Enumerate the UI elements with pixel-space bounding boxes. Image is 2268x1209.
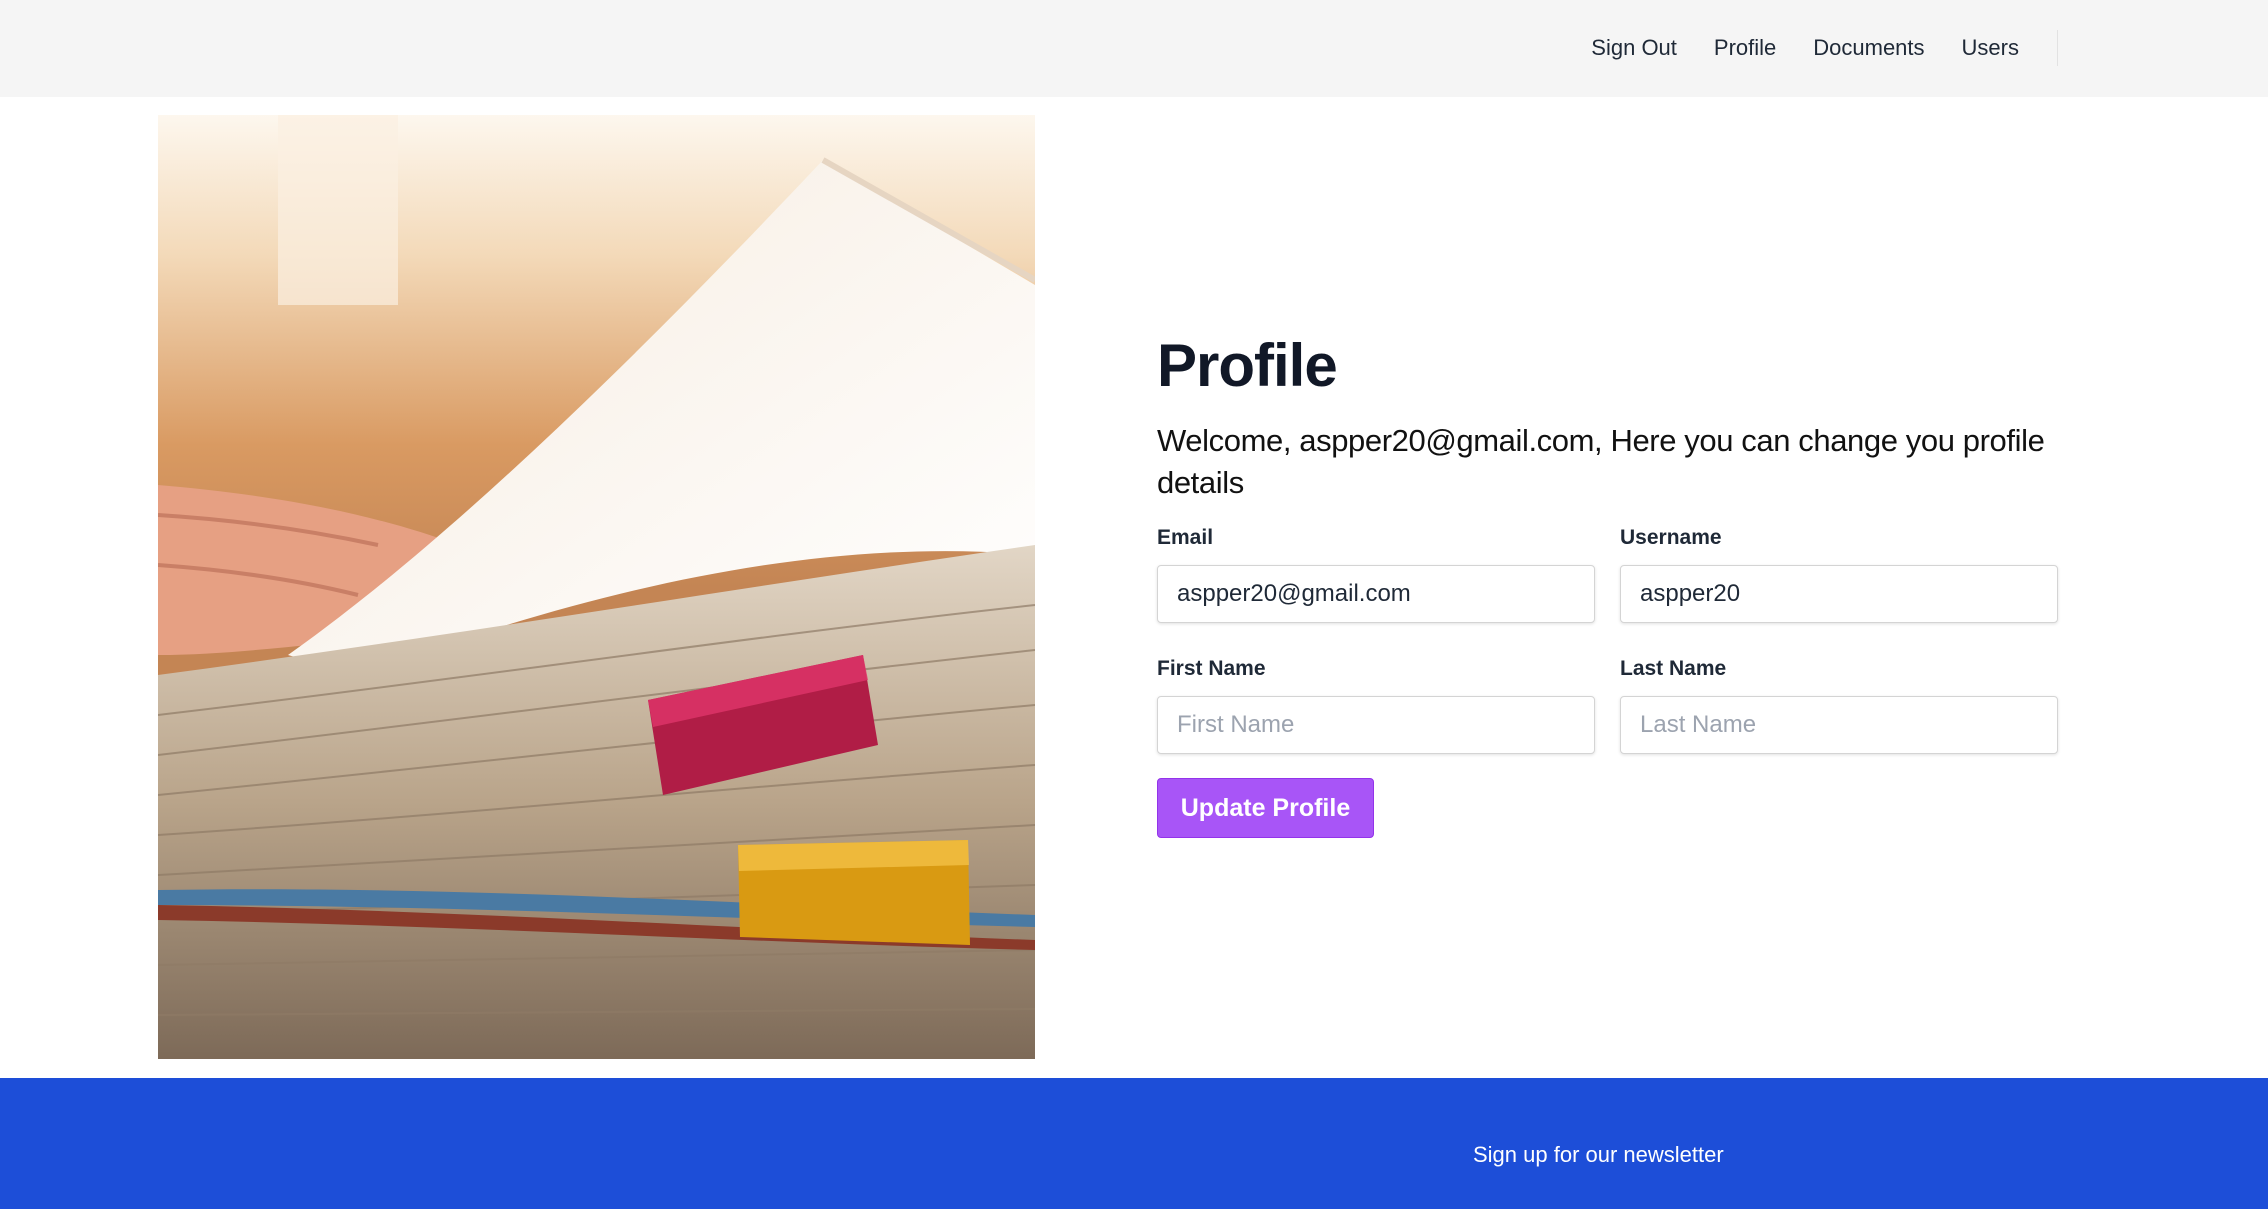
newsletter-signup-text: Sign up for our newsletter xyxy=(1473,1142,1724,1167)
top-navbar: Sign Out Profile Documents Users xyxy=(0,0,2268,97)
page-title: Profile xyxy=(1157,332,1338,399)
nav-sign-out[interactable]: Sign Out xyxy=(1591,35,1677,61)
first-name-field-group: First Name xyxy=(1157,657,1595,754)
footer: Sign up for our newsletter xyxy=(0,1078,2268,1209)
email-label: Email xyxy=(1157,526,1214,549)
last-name-label: Last Name xyxy=(1620,657,1727,680)
nav-users[interactable]: Users xyxy=(1962,35,2019,61)
main-nav: Sign Out Profile Documents Users xyxy=(1591,30,2058,66)
nav-documents[interactable]: Documents xyxy=(1813,35,1924,61)
username-field-group: Username xyxy=(1620,526,2058,623)
update-profile-button[interactable]: Update Profile xyxy=(1157,778,1374,838)
profile-section: Profile Welcome, aspper20@gmail.com, Her… xyxy=(1157,330,2058,838)
last-name-input[interactable] xyxy=(1620,696,2058,754)
nav-profile[interactable]: Profile xyxy=(1714,35,1776,61)
documents-hero-image xyxy=(158,115,1035,1059)
first-name-input[interactable] xyxy=(1157,696,1595,754)
welcome-text: Welcome, aspper20@gmail.com, Here you ca… xyxy=(1157,423,2045,500)
profile-form: Email Username First Name Last Name xyxy=(1157,526,2058,754)
paper-stack-illustration xyxy=(158,115,1035,1059)
username-label: Username xyxy=(1620,526,1722,549)
username-input[interactable] xyxy=(1620,565,2058,623)
email-field-group: Email xyxy=(1157,526,1595,623)
first-name-label: First Name xyxy=(1157,657,1266,680)
last-name-field-group: Last Name xyxy=(1620,657,2058,754)
email-input[interactable] xyxy=(1157,565,1595,623)
